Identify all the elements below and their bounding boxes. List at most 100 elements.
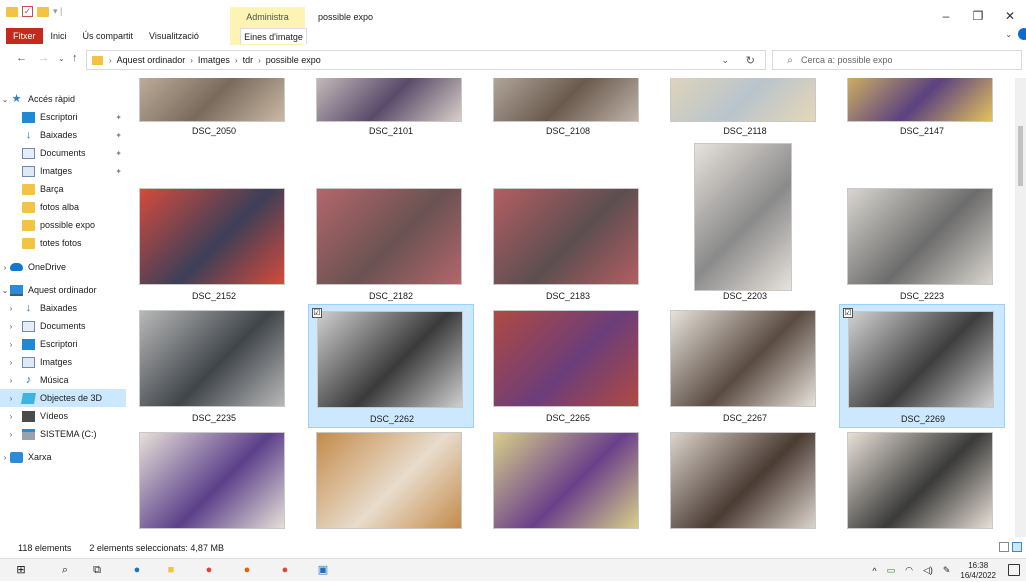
photo-thumbnail[interactable] — [493, 188, 639, 285]
nav-pc-item[interactable]: › SISTEMA (C:) — [0, 425, 126, 443]
expand-ribbon-icon[interactable]: ⌄ — [1005, 30, 1012, 39]
file-tile[interactable]: DSC_2267 — [662, 304, 828, 428]
breadcrumb-tdr[interactable]: tdr — [243, 55, 254, 65]
photo-thumbnail[interactable] — [316, 188, 462, 285]
file-tile[interactable]: DSC_2182 — [308, 182, 474, 306]
back-arrow-icon[interactable]: ← — [16, 52, 27, 64]
file-name[interactable]: DSC_2262 — [309, 414, 475, 424]
nav-pc-item[interactable]: › Objectes de 3D — [0, 389, 126, 407]
chevron-right-icon[interactable]: › — [0, 263, 10, 272]
pin-icon[interactable]: ✦ — [115, 149, 122, 158]
file-tile[interactable]: DSC_2147 — [839, 78, 1005, 142]
pen-icon[interactable]: ✎ — [943, 565, 951, 576]
nav-quick-item[interactable]: totes fotos — [0, 234, 126, 252]
chevron-right-icon[interactable]: › — [0, 376, 22, 385]
file-explorer-icon[interactable]: ■ — [164, 563, 178, 577]
breadcrumb-this-pc[interactable]: Aquest ordinador — [117, 55, 186, 65]
chevron-right-icon[interactable]: › — [0, 394, 22, 403]
file-name[interactable]: DSC_2050 — [131, 126, 297, 136]
close-button[interactable]: ✕ — [994, 0, 1026, 32]
file-name[interactable]: DSC_2223 — [839, 291, 1005, 301]
photo-thumbnail[interactable] — [317, 311, 463, 408]
address-input[interactable]: › Aquest ordinador › Imatges › tdr › pos… — [86, 50, 766, 70]
folder-icon[interactable] — [6, 6, 18, 17]
file-tile[interactable] — [485, 426, 651, 537]
tab-home[interactable]: Inici — [43, 28, 75, 44]
search-input[interactable] — [801, 55, 1001, 65]
nav-quick-item[interactable]: Documents ✦ — [0, 144, 126, 162]
chevron-right-icon[interactable]: › — [0, 304, 22, 313]
up-arrow-icon[interactable]: ↑ — [72, 52, 78, 64]
forward-arrow-icon[interactable]: → — [38, 52, 49, 64]
file-name[interactable]: DSC_2182 — [308, 291, 474, 301]
nav-pc-item[interactable]: › Vídeos — [0, 407, 126, 425]
scrollbar-thumb[interactable] — [1018, 126, 1023, 186]
photo-thumbnail[interactable] — [493, 432, 639, 529]
chevron-up-icon[interactable]: ^ — [872, 566, 876, 576]
pin-icon[interactable]: ✦ — [115, 113, 122, 122]
tab-share[interactable]: Ús compartit — [75, 28, 142, 44]
notification-icon[interactable] — [1008, 564, 1020, 576]
nav-quick-item[interactable]: ↓ Baixades ✦ — [0, 126, 126, 144]
nav-quick-item[interactable]: fotos alba — [0, 198, 126, 216]
recent-locations-icon[interactable]: ⌄ — [58, 54, 65, 63]
nav-network[interactable]: › Xarxa — [0, 448, 126, 466]
tab-view[interactable]: Visualització — [141, 28, 207, 44]
search-icon[interactable]: ⌕ — [58, 563, 72, 577]
tab-image-tools[interactable]: Eines d'imatge — [240, 28, 307, 44]
firefox-icon[interactable]: ● — [240, 563, 254, 577]
file-tile[interactable]: DSC_2101 — [308, 78, 474, 142]
photo-thumbnail[interactable] — [847, 432, 993, 529]
nav-pc-item[interactable]: › Escriptori — [0, 335, 126, 353]
photo-thumbnail[interactable] — [694, 143, 792, 291]
volume-icon[interactable]: ◁) — [923, 565, 933, 576]
file-tile[interactable]: DSC_2108 — [485, 78, 651, 142]
vertical-scrollbar[interactable] — [1015, 78, 1026, 537]
file-name[interactable]: DSC_2183 — [485, 291, 651, 301]
chevron-down-icon[interactable]: ⌄ — [0, 95, 10, 104]
file-name[interactable]: DSC_2152 — [131, 291, 297, 301]
task-view-icon[interactable]: ⧉ — [90, 563, 104, 577]
file-tile[interactable]: ☑ DSC_2269 — [839, 304, 1005, 428]
file-name[interactable]: DSC_2108 — [485, 126, 651, 136]
windows-start-icon[interactable]: ⊞ — [14, 563, 28, 577]
battery-icon[interactable]: ▭ — [887, 565, 896, 576]
chevron-right-icon[interactable]: › — [0, 358, 22, 367]
large-icons-view-icon[interactable] — [1012, 542, 1022, 552]
photos-icon[interactable]: ▣ — [316, 563, 330, 577]
wifi-icon[interactable]: ◠ — [905, 565, 913, 576]
file-tile[interactable] — [839, 426, 1005, 537]
file-tile[interactable]: DSC_2050 — [131, 78, 297, 142]
nav-quick-item[interactable]: Barça — [0, 180, 126, 198]
photo-thumbnail[interactable] — [316, 78, 462, 122]
file-name[interactable]: DSC_2269 — [840, 414, 1006, 424]
chevron-right-icon[interactable]: › — [0, 412, 22, 421]
file-tile[interactable] — [131, 426, 297, 537]
file-tile[interactable]: DSC_2265 — [485, 304, 651, 428]
file-tile[interactable]: DSC_2223 — [839, 182, 1005, 306]
checkbox-icon[interactable]: ☑ — [312, 308, 322, 318]
tab-file[interactable]: Fitxer — [6, 28, 43, 44]
file-tile[interactable]: ☑ DSC_2262 — [308, 304, 474, 428]
nav-pc-item[interactable]: › Imatges — [0, 353, 126, 371]
file-tile[interactable]: DSC_2203 — [662, 143, 828, 306]
nav-quick-access[interactable]: ⌄ ★ Accés ràpid — [0, 90, 126, 108]
nav-quick-item[interactable]: Escriptori ✦ — [0, 108, 126, 126]
breadcrumb-pictures[interactable]: Imatges — [198, 55, 230, 65]
refresh-icon[interactable]: ↻ — [746, 54, 755, 67]
chevron-down-icon[interactable]: ⌄ — [0, 286, 10, 295]
photo-thumbnail[interactable] — [139, 188, 285, 285]
photo-thumbnail[interactable] — [670, 432, 816, 529]
file-tile[interactable]: DSC_2183 — [485, 182, 651, 306]
photo-thumbnail[interactable] — [847, 78, 993, 122]
new-folder-icon[interactable] — [37, 6, 49, 17]
photo-thumbnail[interactable] — [847, 188, 993, 285]
breadcrumb-current[interactable]: possible expo — [266, 55, 321, 65]
checkbox-icon[interactable]: ☑ — [843, 308, 853, 318]
properties-icon[interactable]: ✓ — [22, 6, 33, 17]
maximize-button[interactable]: ❐ — [962, 0, 994, 32]
app-icon[interactable]: ● — [278, 563, 292, 577]
nav-onedrive[interactable]: › OneDrive — [0, 258, 126, 276]
customize-toolbar-icon[interactable]: ▾ | — [53, 6, 62, 17]
minimize-button[interactable]: – — [930, 0, 962, 32]
